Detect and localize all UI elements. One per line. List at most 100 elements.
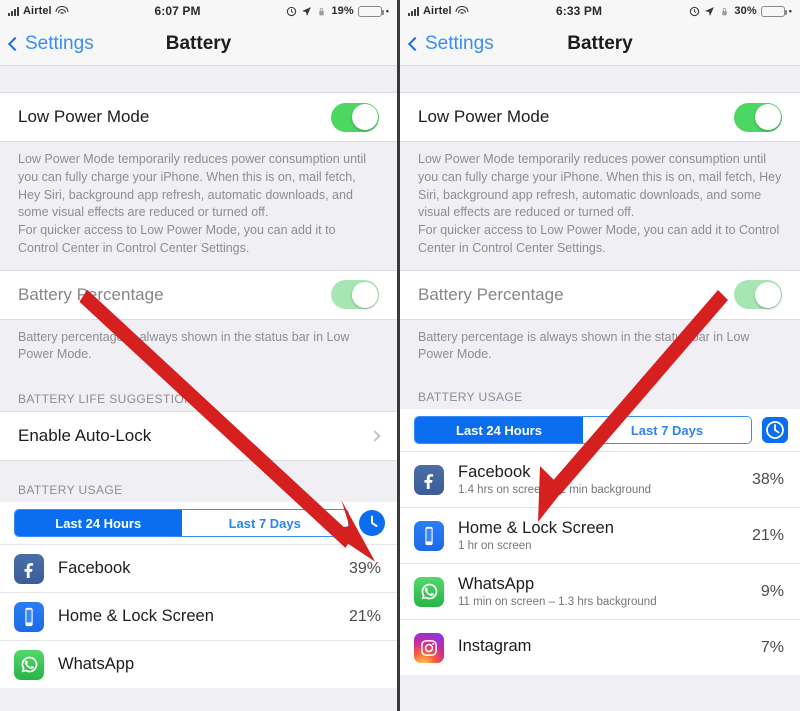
usage-row-facebook[interactable]: Facebook 1.4 hrs on screen – 2 min backg… bbox=[400, 451, 800, 507]
instagram-icon bbox=[414, 632, 444, 663]
signal-bars-icon bbox=[8, 6, 19, 16]
battery-usage-header: BATTERY USAGE bbox=[0, 461, 397, 502]
clock-icon bbox=[762, 417, 788, 443]
location-arrow-icon bbox=[705, 6, 715, 16]
status-extra-dot-icon: • bbox=[385, 6, 389, 16]
battery-percentage-description: Battery percentage is always shown in th… bbox=[0, 319, 397, 376]
app-text-group: Facebook 1.4 hrs on screen – 2 min backg… bbox=[458, 463, 752, 496]
usage-row-home-lock-screen[interactable]: Home & Lock Screen 1 hr on screen 21% bbox=[400, 507, 800, 563]
show-usage-time-button[interactable] bbox=[359, 510, 385, 536]
low-power-mode-description: Low Power Mode temporarily reduces power… bbox=[0, 142, 397, 270]
low-power-mode-description: Low Power Mode temporarily reduces power… bbox=[400, 142, 800, 270]
usage-range-segmented-control[interactable]: Last 24 Hours Last 7 Days bbox=[414, 416, 752, 444]
nav-bar-right: Settings Battery bbox=[400, 22, 800, 66]
enable-auto-lock-row[interactable]: Enable Auto-Lock bbox=[0, 411, 397, 461]
back-to-settings-button[interactable]: Settings bbox=[0, 33, 94, 55]
low-power-note-2: For quicker access to Low Power Mode, yo… bbox=[418, 223, 780, 255]
dual-screenshot-stage: Airtel 6:07 PM 19% • Settings Battery Lo… bbox=[0, 0, 800, 711]
battery-percentage-label: Battery Percentage bbox=[18, 284, 164, 304]
battery-percentage-toggle[interactable] bbox=[734, 280, 782, 309]
battery-percentage-row[interactable]: Battery Percentage bbox=[0, 269, 397, 320]
usage-row-whatsapp[interactable]: WhatsApp 11 min on screen – 1.3 hrs back… bbox=[400, 563, 800, 619]
low-power-mode-toggle[interactable] bbox=[331, 102, 379, 132]
low-power-mode-row[interactable]: Low Power Mode bbox=[400, 92, 800, 142]
alarm-icon bbox=[690, 6, 700, 16]
usage-row-whatsapp[interactable]: WhatsApp bbox=[0, 640, 397, 688]
status-right-group: 30% • bbox=[689, 5, 792, 17]
app-text-group: Facebook bbox=[58, 559, 349, 578]
home-lock-screen-icon bbox=[414, 520, 444, 551]
carrier-label: Airtel bbox=[423, 5, 452, 17]
battery-percentage-row[interactable]: Battery Percentage bbox=[400, 269, 800, 320]
status-right-group: 19% • bbox=[286, 5, 389, 17]
app-percent: 21% bbox=[751, 526, 784, 544]
app-name: WhatsApp bbox=[58, 655, 135, 673]
chevron-left-icon bbox=[7, 36, 23, 51]
app-name: WhatsApp bbox=[458, 575, 535, 593]
low-power-mode-row[interactable]: Low Power Mode bbox=[0, 92, 397, 142]
app-name: Home & Lock Screen bbox=[458, 519, 614, 537]
chevron-left-icon bbox=[407, 36, 423, 51]
battery-life-suggestions-header: BATTERY LIFE SUGGESTIONS bbox=[0, 376, 397, 411]
toggle-knob bbox=[351, 281, 378, 308]
usage-range-controls: Last 24 Hours Last 7 Days bbox=[0, 502, 397, 544]
usage-range-segmented-control[interactable]: Last 24 Hours Last 7 Days bbox=[14, 509, 349, 537]
battery-icon bbox=[760, 5, 787, 17]
show-usage-time-button[interactable] bbox=[762, 417, 788, 443]
app-usage-detail: 1.4 hrs on screen – 2 min background bbox=[458, 484, 652, 496]
whatsapp-icon bbox=[414, 576, 444, 607]
spacer bbox=[0, 66, 397, 92]
app-name: Facebook bbox=[458, 463, 531, 481]
app-name: Facebook bbox=[58, 559, 131, 577]
wifi-icon bbox=[55, 6, 69, 16]
app-name: Instagram bbox=[458, 637, 532, 655]
battery-percent-label: 19% bbox=[331, 5, 354, 17]
alarm-icon bbox=[287, 6, 297, 16]
toggle-knob bbox=[351, 104, 378, 130]
app-percent: 39% bbox=[348, 559, 381, 577]
settings-content-left: Low Power Mode Low Power Mode temporaril… bbox=[0, 66, 397, 711]
iphone-screen-left: Airtel 6:07 PM 19% • Settings Battery Lo… bbox=[0, 0, 400, 711]
back-to-settings-button[interactable]: Settings bbox=[400, 33, 494, 55]
app-usage-detail: 11 min on screen – 1.3 hrs background bbox=[458, 596, 657, 608]
facebook-icon bbox=[14, 553, 44, 584]
app-percent: 7% bbox=[760, 638, 784, 656]
facebook-icon bbox=[414, 464, 444, 495]
app-text-group: WhatsApp bbox=[58, 655, 381, 674]
segment-last-7-days[interactable]: Last 7 Days bbox=[583, 417, 751, 443]
battery-percentage-description: Battery percentage is always shown in th… bbox=[400, 319, 800, 376]
clock-icon bbox=[360, 511, 384, 535]
app-text-group: Instagram bbox=[458, 637, 761, 658]
status-bar-right: Airtel 6:33 PM 30% • bbox=[400, 0, 800, 22]
carrier-label: Airtel bbox=[23, 5, 52, 17]
toggle-knob bbox=[754, 281, 781, 308]
usage-row-instagram[interactable]: Instagram 7% bbox=[400, 619, 800, 675]
status-time: 6:07 PM bbox=[154, 4, 201, 18]
status-time: 6:33 PM bbox=[556, 4, 603, 18]
home-lock-screen-icon bbox=[14, 601, 44, 632]
low-power-mode-label: Low Power Mode bbox=[18, 107, 150, 126]
status-extra-dot-icon: • bbox=[788, 6, 792, 16]
nav-bar-left: Settings Battery bbox=[0, 22, 397, 66]
rotation-lock-icon bbox=[722, 7, 728, 15]
settings-content-right: Low Power Mode Low Power Mode temporaril… bbox=[400, 66, 800, 711]
status-left-group: Airtel bbox=[8, 5, 69, 17]
enable-auto-lock-label: Enable Auto-Lock bbox=[18, 426, 152, 445]
segment-last-24-hours[interactable]: Last 24 Hours bbox=[15, 510, 182, 536]
toggle-knob bbox=[754, 104, 781, 130]
segment-last-7-days[interactable]: Last 7 Days bbox=[181, 510, 348, 536]
app-text-group: Home & Lock Screen bbox=[58, 607, 349, 626]
usage-row-home-lock-screen[interactable]: Home & Lock Screen 21% bbox=[0, 592, 397, 640]
app-percent: 9% bbox=[760, 582, 784, 600]
battery-percentage-toggle[interactable] bbox=[331, 280, 379, 309]
segment-last-24-hours[interactable]: Last 24 Hours bbox=[415, 417, 583, 443]
battery-percent-label: 30% bbox=[734, 5, 757, 17]
battery-percentage-label: Battery Percentage bbox=[418, 284, 564, 304]
battery-percentage-note: Battery percentage is always shown in th… bbox=[18, 329, 350, 362]
status-bar-left: Airtel 6:07 PM 19% • bbox=[0, 0, 397, 22]
iphone-screen-right: Airtel 6:33 PM 30% • Settings Battery Lo… bbox=[400, 0, 800, 711]
usage-row-facebook[interactable]: Facebook 39% bbox=[0, 544, 397, 592]
app-name: Home & Lock Screen bbox=[58, 607, 214, 625]
low-power-mode-toggle[interactable] bbox=[734, 102, 782, 132]
low-power-mode-label: Low Power Mode bbox=[418, 107, 550, 126]
